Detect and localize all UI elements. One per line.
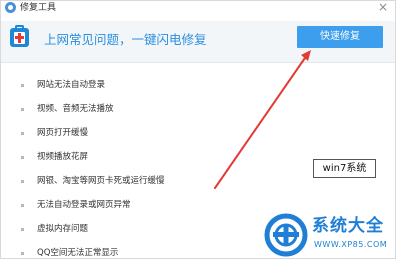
bullet-icon — [21, 204, 24, 207]
watermark-title: 系统大全 — [312, 216, 384, 236]
bullet-icon — [21, 108, 24, 111]
bullet-icon — [21, 132, 24, 135]
bullet-icon — [21, 84, 24, 87]
bullet-icon — [21, 156, 24, 159]
close-button[interactable]: × — [378, 0, 388, 14]
annotation-tag: win7系统 — [313, 159, 376, 178]
page-headline: 上网常见问题，一键闪电修复 — [44, 32, 207, 47]
window-title: 修复工具 — [20, 3, 57, 13]
bullet-icon — [21, 228, 24, 231]
watermark-url: WWW.XP85.COM — [314, 240, 388, 249]
title-bar: 修复工具 × — [1, 0, 395, 15]
site-watermark: 系统大全 WWW.XP85.COM — [264, 213, 394, 257]
watermark-logo-icon — [264, 213, 308, 257]
first-aid-kit-icon — [10, 25, 29, 47]
quick-fix-button[interactable]: 快速修复 — [297, 26, 383, 48]
repair-tool-window: 修复工具 × 上网常见问题，一键闪电修复 快速修复 网站无法自动登录 视频、音频… — [0, 0, 396, 259]
bullet-icon — [21, 252, 24, 255]
bullet-icon — [21, 180, 24, 183]
app-logo-icon — [5, 2, 16, 13]
